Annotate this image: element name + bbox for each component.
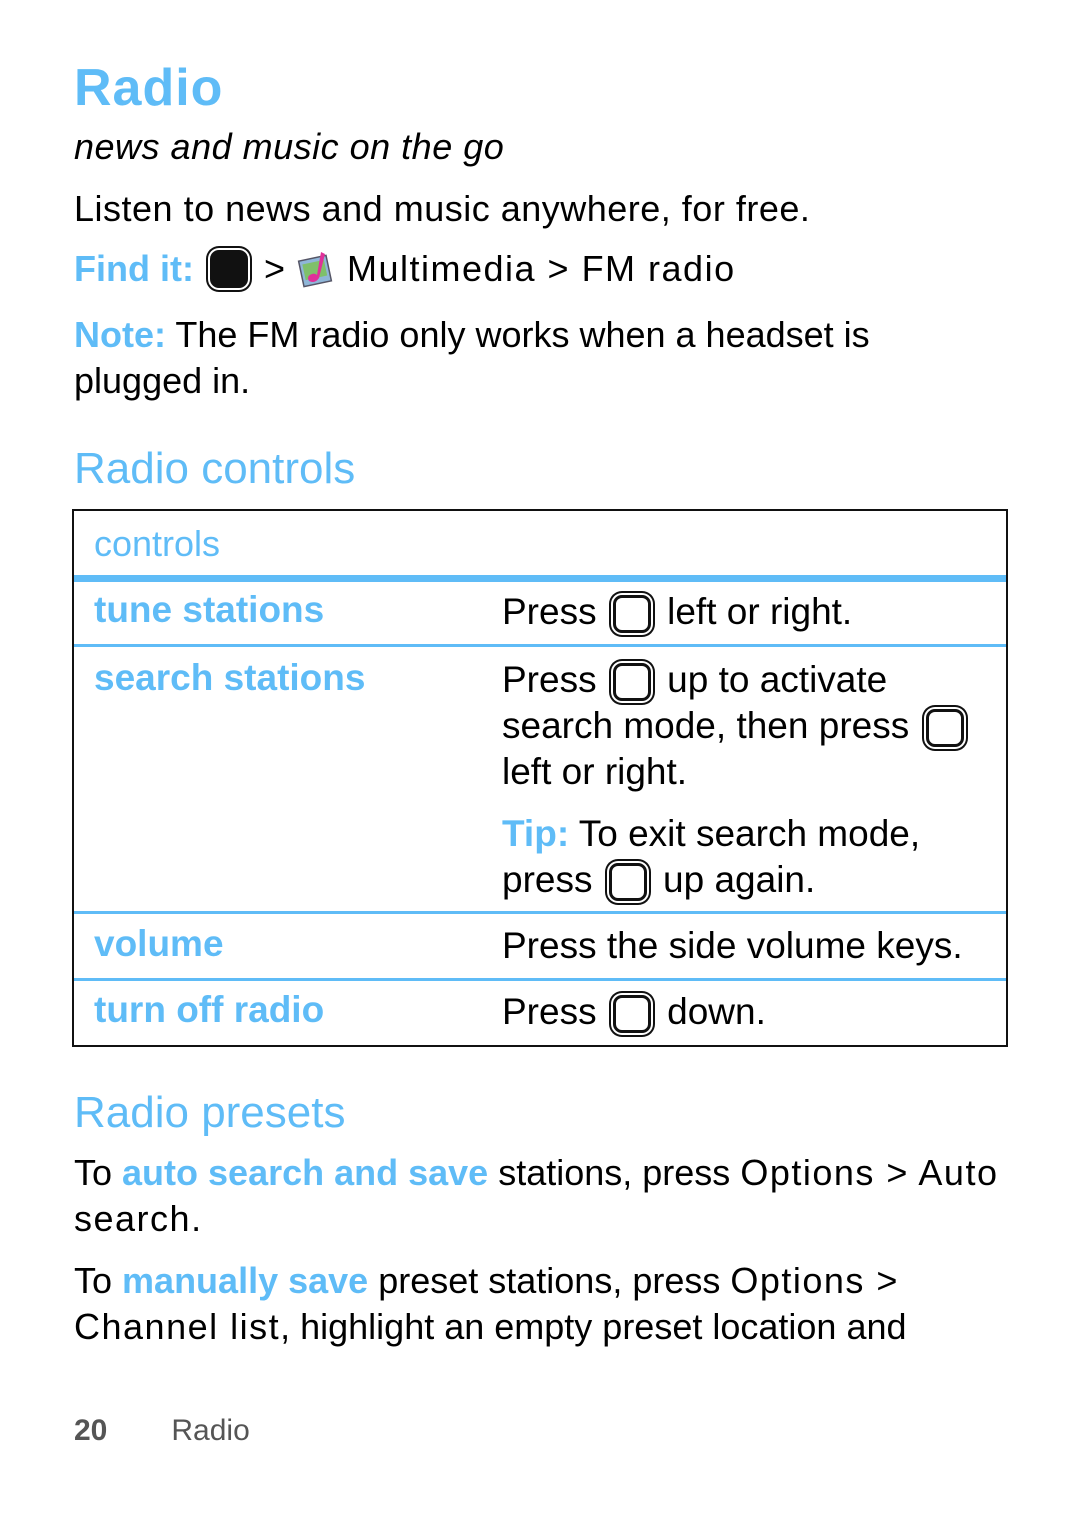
find-it-path: Multimedia > FM radio [346, 248, 736, 289]
find-it-label: Find it: [74, 248, 194, 289]
control-desc: Press left or right. [502, 589, 992, 635]
highlight-term: manually save [122, 1260, 369, 1301]
tip-label: Tip: [502, 813, 570, 854]
control-name: tune stations [94, 589, 325, 630]
control-desc: Press up to activate search mode, then p… [502, 657, 992, 903]
desc-text: Press [502, 591, 607, 632]
note-text: The FM radio only works when a headset i… [74, 314, 870, 401]
control-name: turn off radio [94, 989, 325, 1030]
desc-text: Press [502, 659, 607, 700]
radio-presets-heading: Radio presets [74, 1088, 346, 1137]
control-desc: Press down. [502, 989, 992, 1035]
control-desc: Press the side volume keys. [502, 925, 963, 966]
row-divider [74, 911, 1006, 914]
path-separator: > [263, 248, 285, 289]
nav-key-icon [612, 595, 651, 634]
table-header: controls [74, 511, 1006, 575]
tip-text: up again. [652, 859, 816, 900]
auto-search-paragraph: To auto search and save stations, press … [74, 1150, 1014, 1242]
multimedia-icon [295, 248, 337, 290]
desc-text: left or right. [656, 591, 853, 632]
desc-text: left or right. [502, 751, 688, 792]
desc-text: down. [656, 991, 766, 1032]
row-divider [74, 644, 1006, 647]
find-it-line: Find it: > Multimedia > FM radio [74, 248, 736, 290]
table-header-label: controls [94, 523, 221, 564]
note: Note: The FM radio only works when a hea… [74, 312, 974, 404]
control-name: volume [94, 923, 224, 964]
menu-key-icon [209, 250, 248, 288]
nav-key-icon [925, 709, 964, 748]
highlight-term: auto search and save [122, 1152, 489, 1193]
page-number: 20 [74, 1414, 108, 1447]
desc-text: Press [502, 991, 607, 1032]
para-text: stations, press [488, 1152, 741, 1193]
footer-section: Radio [171, 1414, 250, 1447]
intro-text: Listen to news and music anywhere, for f… [74, 188, 811, 229]
para-text: , highlight an empty preset location and [280, 1306, 907, 1347]
manual-save-paragraph: To manually save preset stations, press … [74, 1258, 1014, 1350]
control-name: search stations [94, 657, 366, 698]
para-text: To [74, 1260, 123, 1301]
radio-controls-heading: Radio controls [74, 444, 356, 493]
page-subtitle: news and music on the go [74, 126, 505, 167]
row-divider [74, 978, 1006, 981]
nav-key-icon [608, 863, 647, 902]
page-title: Radio [74, 59, 224, 117]
controls-table: controls tune stations Press left or rig… [72, 509, 1008, 1047]
header-divider [74, 575, 1006, 582]
para-text: preset stations, press [368, 1260, 731, 1301]
nav-key-icon [612, 663, 651, 702]
para-text: . [191, 1198, 202, 1239]
para-text: To [74, 1152, 123, 1193]
page-footer: 20 Radio [74, 1414, 250, 1448]
note-label: Note: [74, 314, 166, 355]
nav-key-icon [612, 995, 651, 1034]
